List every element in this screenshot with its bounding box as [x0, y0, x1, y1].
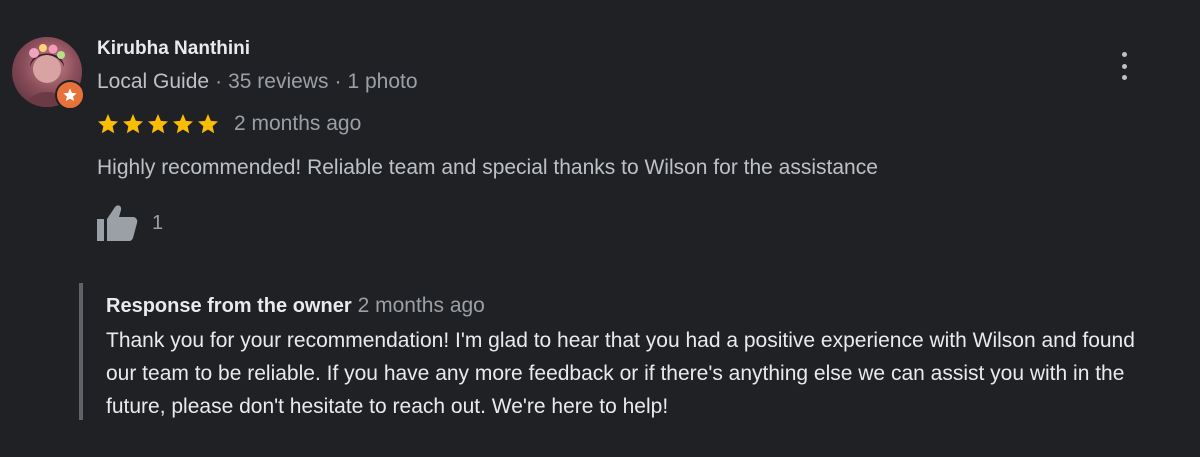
menu-dot: [1121, 75, 1127, 80]
reviewer-meta: Local Guide · 35 reviews · 1 photo: [97, 70, 418, 94]
reviewer-name[interactable]: Kirubha Nanthini: [97, 38, 250, 60]
menu-dot: [1121, 63, 1127, 69]
review-text: Highly recommended! Reliable team and sp…: [97, 156, 878, 179]
owner-response: Response from the owner 2 months ago Than…: [79, 283, 1163, 420]
meta-separator: ·: [334, 70, 342, 93]
response-title: Response from the owner: [106, 295, 352, 317]
like-count: 1: [152, 211, 164, 234]
meta-separator: ·: [215, 70, 223, 93]
menu-dot: [1121, 52, 1127, 57]
star-icon: [148, 114, 168, 134]
star-rating: [96, 112, 220, 136]
response-header: Response from the owner 2 months ago: [106, 294, 485, 318]
star-icon: [123, 114, 143, 134]
local-guide-star-icon: [55, 80, 85, 110]
like-button[interactable]: 1: [96, 203, 163, 243]
star-icon: [198, 114, 218, 134]
photos-count: 1 photo: [347, 70, 418, 93]
thumb-up-icon: [97, 205, 138, 241]
response-text: Thank you for your recommendation! I'm g…: [106, 329, 1135, 418]
review-date: 2 months ago: [234, 112, 362, 135]
star-icon: [98, 114, 118, 134]
response-date: 2 months ago: [357, 294, 485, 317]
star-icon: [173, 114, 193, 134]
rating-row: 2 months ago: [96, 111, 361, 137]
reviews-count: 35 reviews: [228, 70, 329, 93]
reviewer-level: Local Guide: [97, 70, 210, 93]
more-vert-icon[interactable]: [1112, 52, 1136, 80]
